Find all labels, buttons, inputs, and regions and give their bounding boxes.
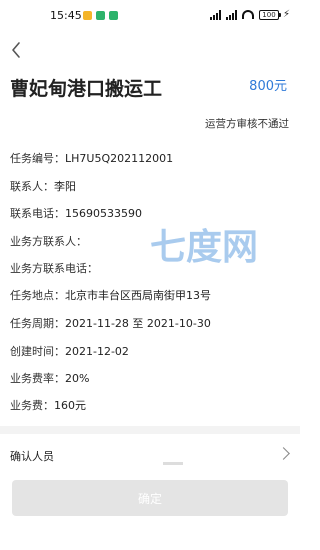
field-label: 任务编号： [10,152,65,165]
field-value: 160元 [54,399,86,412]
field-label: 业务费率： [10,372,65,385]
wifi-icon [241,10,254,19]
job-price: 800元 [249,79,287,94]
confirm-personnel-label[interactable]: 确认人员 [10,448,54,464]
field-value: 15690533590 [65,207,142,220]
notification-app-icon [83,11,92,20]
field-created-time: 创建时间：2021-12-02 [10,343,129,359]
field-value: 2021-12-02 [65,345,129,358]
chevron-right-icon[interactable] [277,447,290,460]
field-value: 20% [65,372,90,385]
field-contact: 联系人：李阳 [10,178,76,194]
field-label: 联系人： [10,180,54,193]
status-right: 100 ⚡ [209,9,290,20]
status-app-icons [83,11,118,20]
signal-icon [225,9,237,20]
field-label: 创建时间： [10,345,65,358]
faint-divider [163,462,183,465]
battery-icon: 100 ⚡ [258,9,290,20]
field-label: 任务周期： [10,317,65,330]
field-task-number: 任务编号：LH7U5Q202112001 [10,150,173,166]
field-fee: 业务费：160元 [10,397,86,413]
field-fee-rate: 业务费率：20% [10,370,89,386]
field-business-contact-phone: 业务方联系电话： [10,260,98,276]
field-contact-phone: 联系电话：15690533590 [10,205,142,221]
watermark-logo: 七度网 [150,227,259,268]
battery-level: 100 [262,10,276,19]
field-task-location: 任务地点：北京市丰台区西局南街甲13号 [10,287,211,303]
field-label: 任务地点： [10,289,65,302]
field-value: 北京市丰台区西局南街甲13号 [65,289,211,302]
field-value: LH7U5Q202112001 [65,152,174,165]
field-label: 业务方联系电话： [10,262,98,275]
signal-icon [209,9,221,20]
field-business-contact: 业务方联系人： [10,233,87,249]
field-value: 2021-11-28 至 2021-10-30 [65,317,211,330]
review-status: 运营方审核不通过 [205,118,289,130]
field-value: 李阳 [54,180,76,193]
confirm-button[interactable]: 确定 [12,480,288,516]
job-title: 曹妃甸港口搬运工 [10,78,163,100]
status-time: 15:45 [50,9,82,22]
notification-app-icon [96,11,105,20]
field-task-period: 任务周期：2021-11-28 至 2021-10-30 [10,315,211,331]
back-arrow-icon[interactable] [10,41,24,59]
field-label: 联系电话： [10,207,65,220]
field-label: 业务方联系人： [10,235,87,248]
section-divider [0,426,300,434]
notification-app-icon [109,11,118,20]
status-bar: 15:45 100 ⚡ [0,0,300,32]
charging-icon: ⚡ [282,9,290,20]
field-label: 业务费： [10,399,54,412]
